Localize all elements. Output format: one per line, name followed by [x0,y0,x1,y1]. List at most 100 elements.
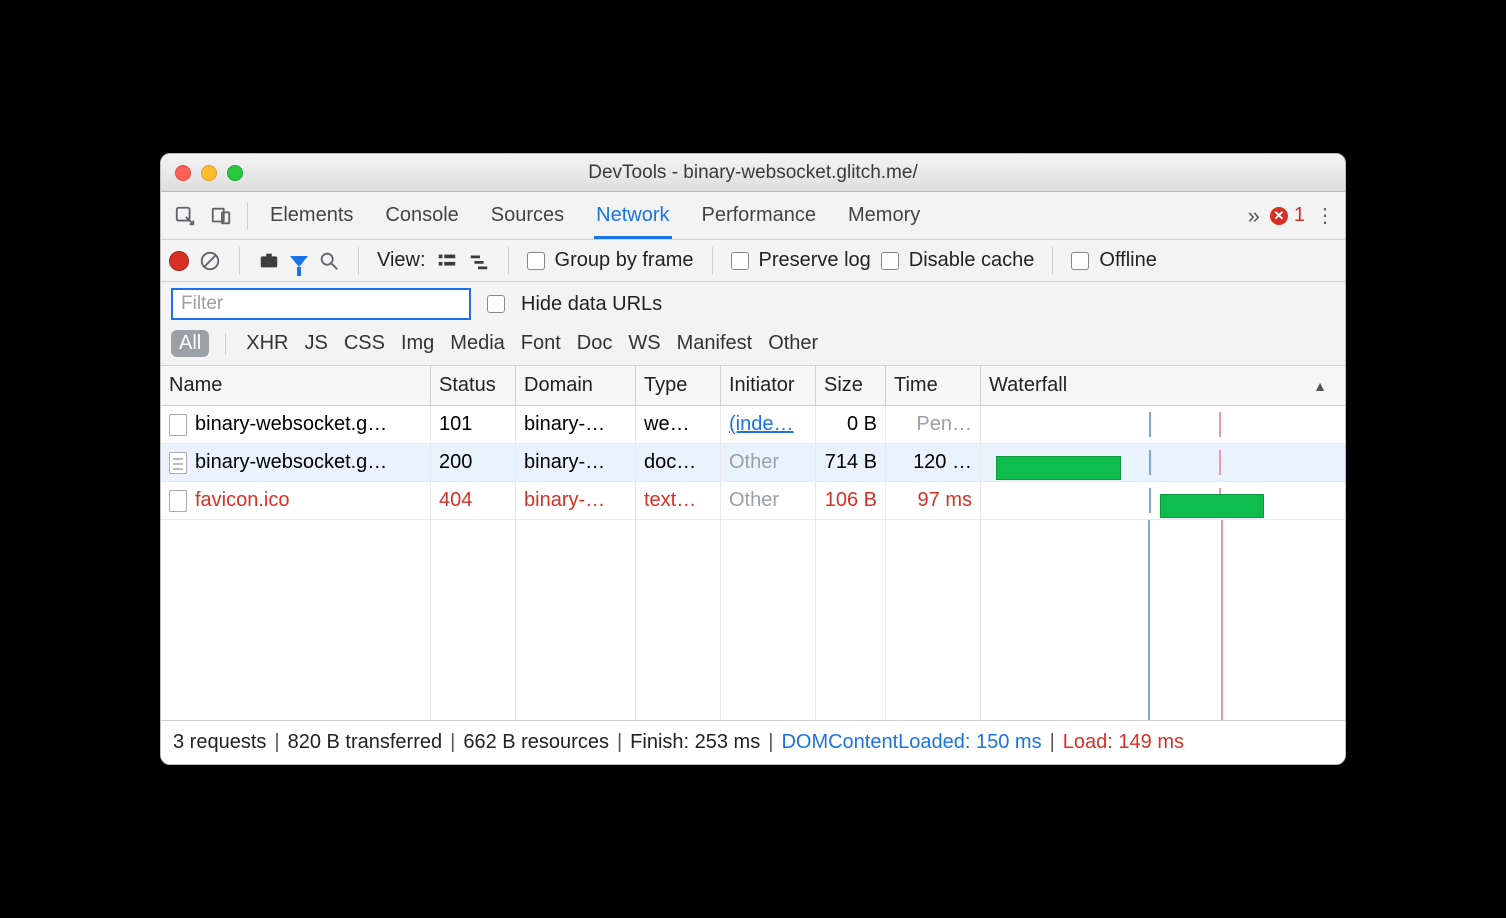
offline-checkbox[interactable] [1071,252,1089,270]
minimize-window-button[interactable] [201,165,217,181]
file-icon [169,490,187,512]
col-type[interactable]: Type [636,366,721,405]
cell-time: 97 ms [886,482,981,520]
cell-status: 200 [431,444,516,482]
timeline-guide [1148,520,1150,720]
overview-icon[interactable] [468,250,490,272]
more-tabs-button[interactable]: » [1238,203,1270,229]
request-name: binary-websocket.g… [195,451,387,474]
filter-all[interactable]: All [171,330,209,357]
preserve-log-label: Preserve log [759,249,871,272]
tab-memory[interactable]: Memory [846,192,922,239]
clear-button[interactable] [199,250,221,272]
cell-type: doc… [636,444,721,482]
titlebar: DevTools - binary-websocket.glitch.me/ [161,154,1345,192]
cell-size: 106 B [816,482,886,520]
cell-name: favicon.ico [161,482,431,520]
filter-font[interactable]: Font [521,332,561,355]
error-count: 1 [1294,204,1305,227]
disable-cache-checkbox[interactable] [881,252,899,270]
cell-initiator: Other [721,444,816,482]
filter-xhr[interactable]: XHR [246,332,288,355]
filter-img[interactable]: Img [401,332,434,355]
request-name: binary-websocket.g… [195,413,387,436]
tab-network[interactable]: Network [594,192,671,239]
col-size[interactable]: Size [816,366,886,405]
waterfall-bar [996,456,1121,480]
hide-data-urls-checkbox[interactable] [487,295,505,313]
tab-console[interactable]: Console [383,192,460,239]
panel-tab-bar: Elements Console Sources Network Perform… [161,192,1345,240]
filter-icon[interactable] [290,254,308,267]
filter-input[interactable]: Filter [171,288,471,320]
separator [247,202,248,230]
filter-row: Filter Hide data URLs [161,282,1345,326]
separator [712,247,713,275]
search-icon[interactable] [318,250,340,272]
filter-css[interactable]: CSS [344,332,385,355]
cell-initiator: Other [721,482,816,520]
separator [239,247,240,275]
waterfall-bar [1160,494,1264,518]
sb-resources: 662 B resources [463,731,609,754]
record-button[interactable] [169,251,189,271]
status-bar: 3 requests | 820 B transferred | 662 B r… [161,720,1345,764]
filter-ws[interactable]: WS [628,332,660,355]
col-time[interactable]: Time [886,366,981,405]
timeline-guide [1221,520,1223,720]
network-toolbar: View: Group by frame Preserve log Disabl… [161,240,1345,282]
group-by-frame-label: Group by frame [555,249,694,272]
tab-performance[interactable]: Performance [700,192,819,239]
sb-load: Load: 149 ms [1063,731,1184,754]
cell-status: 101 [431,406,516,444]
table-row[interactable]: favicon.ico404binary-…text…Other106 B97 … [161,482,1345,520]
separator [358,247,359,275]
device-toggle-icon[interactable] [203,205,239,227]
cell-domain: binary-… [516,406,636,444]
col-domain[interactable]: Domain [516,366,636,405]
filter-media[interactable]: Media [450,332,504,355]
inspect-element-icon[interactable] [167,205,203,227]
filter-doc[interactable]: Doc [577,332,613,355]
disable-cache-label: Disable cache [909,249,1035,272]
cell-domain: binary-… [516,482,636,520]
settings-menu-button[interactable]: ⋮ [1311,203,1339,228]
table-header: Name Status Domain Type Initiator Size T… [161,366,1345,406]
sort-indicator-icon: ▲ [1313,378,1337,394]
cell-waterfall [981,444,1345,482]
hide-data-urls-label: Hide data URLs [521,293,662,316]
tab-elements[interactable]: Elements [268,192,355,239]
error-count-badge[interactable]: ✕ 1 [1270,204,1311,227]
col-waterfall[interactable]: Waterfall ▲ [981,366,1345,405]
col-status[interactable]: Status [431,366,516,405]
cell-time: Pen… [886,406,981,444]
request-name: favicon.ico [195,489,290,512]
cell-type: we… [636,406,721,444]
group-by-frame-checkbox[interactable] [527,252,545,270]
request-table: binary-websocket.g…101binary-…we…(inde…0… [161,406,1345,520]
separator [1052,247,1053,275]
col-name[interactable]: Name [161,366,431,405]
sb-requests: 3 requests [173,731,266,754]
table-row[interactable]: binary-websocket.g…200binary-…doc…Other7… [161,444,1345,482]
devtools-window: DevTools - binary-websocket.glitch.me/ E… [160,153,1346,765]
separator [508,247,509,275]
preserve-log-checkbox[interactable] [731,252,749,270]
filter-other[interactable]: Other [768,332,818,355]
screenshot-icon[interactable] [258,250,280,272]
type-filter-bar: All XHR JS CSS Img Media Font Doc WS Man… [161,326,1345,366]
maximize-window-button[interactable] [227,165,243,181]
filter-js[interactable]: JS [304,332,327,355]
table-row[interactable]: binary-websocket.g…101binary-…we…(inde…0… [161,406,1345,444]
col-initiator[interactable]: Initiator [721,366,816,405]
sb-finish: Finish: 253 ms [630,731,760,754]
tab-sources[interactable]: Sources [489,192,566,239]
filter-manifest[interactable]: Manifest [677,332,753,355]
cell-initiator: (inde… [721,406,816,444]
sb-transferred: 820 B transferred [288,731,443,754]
close-window-button[interactable] [175,165,191,181]
cell-size: 714 B [816,444,886,482]
large-rows-icon[interactable] [436,250,458,272]
file-icon [169,414,187,436]
cell-name: binary-websocket.g… [161,406,431,444]
